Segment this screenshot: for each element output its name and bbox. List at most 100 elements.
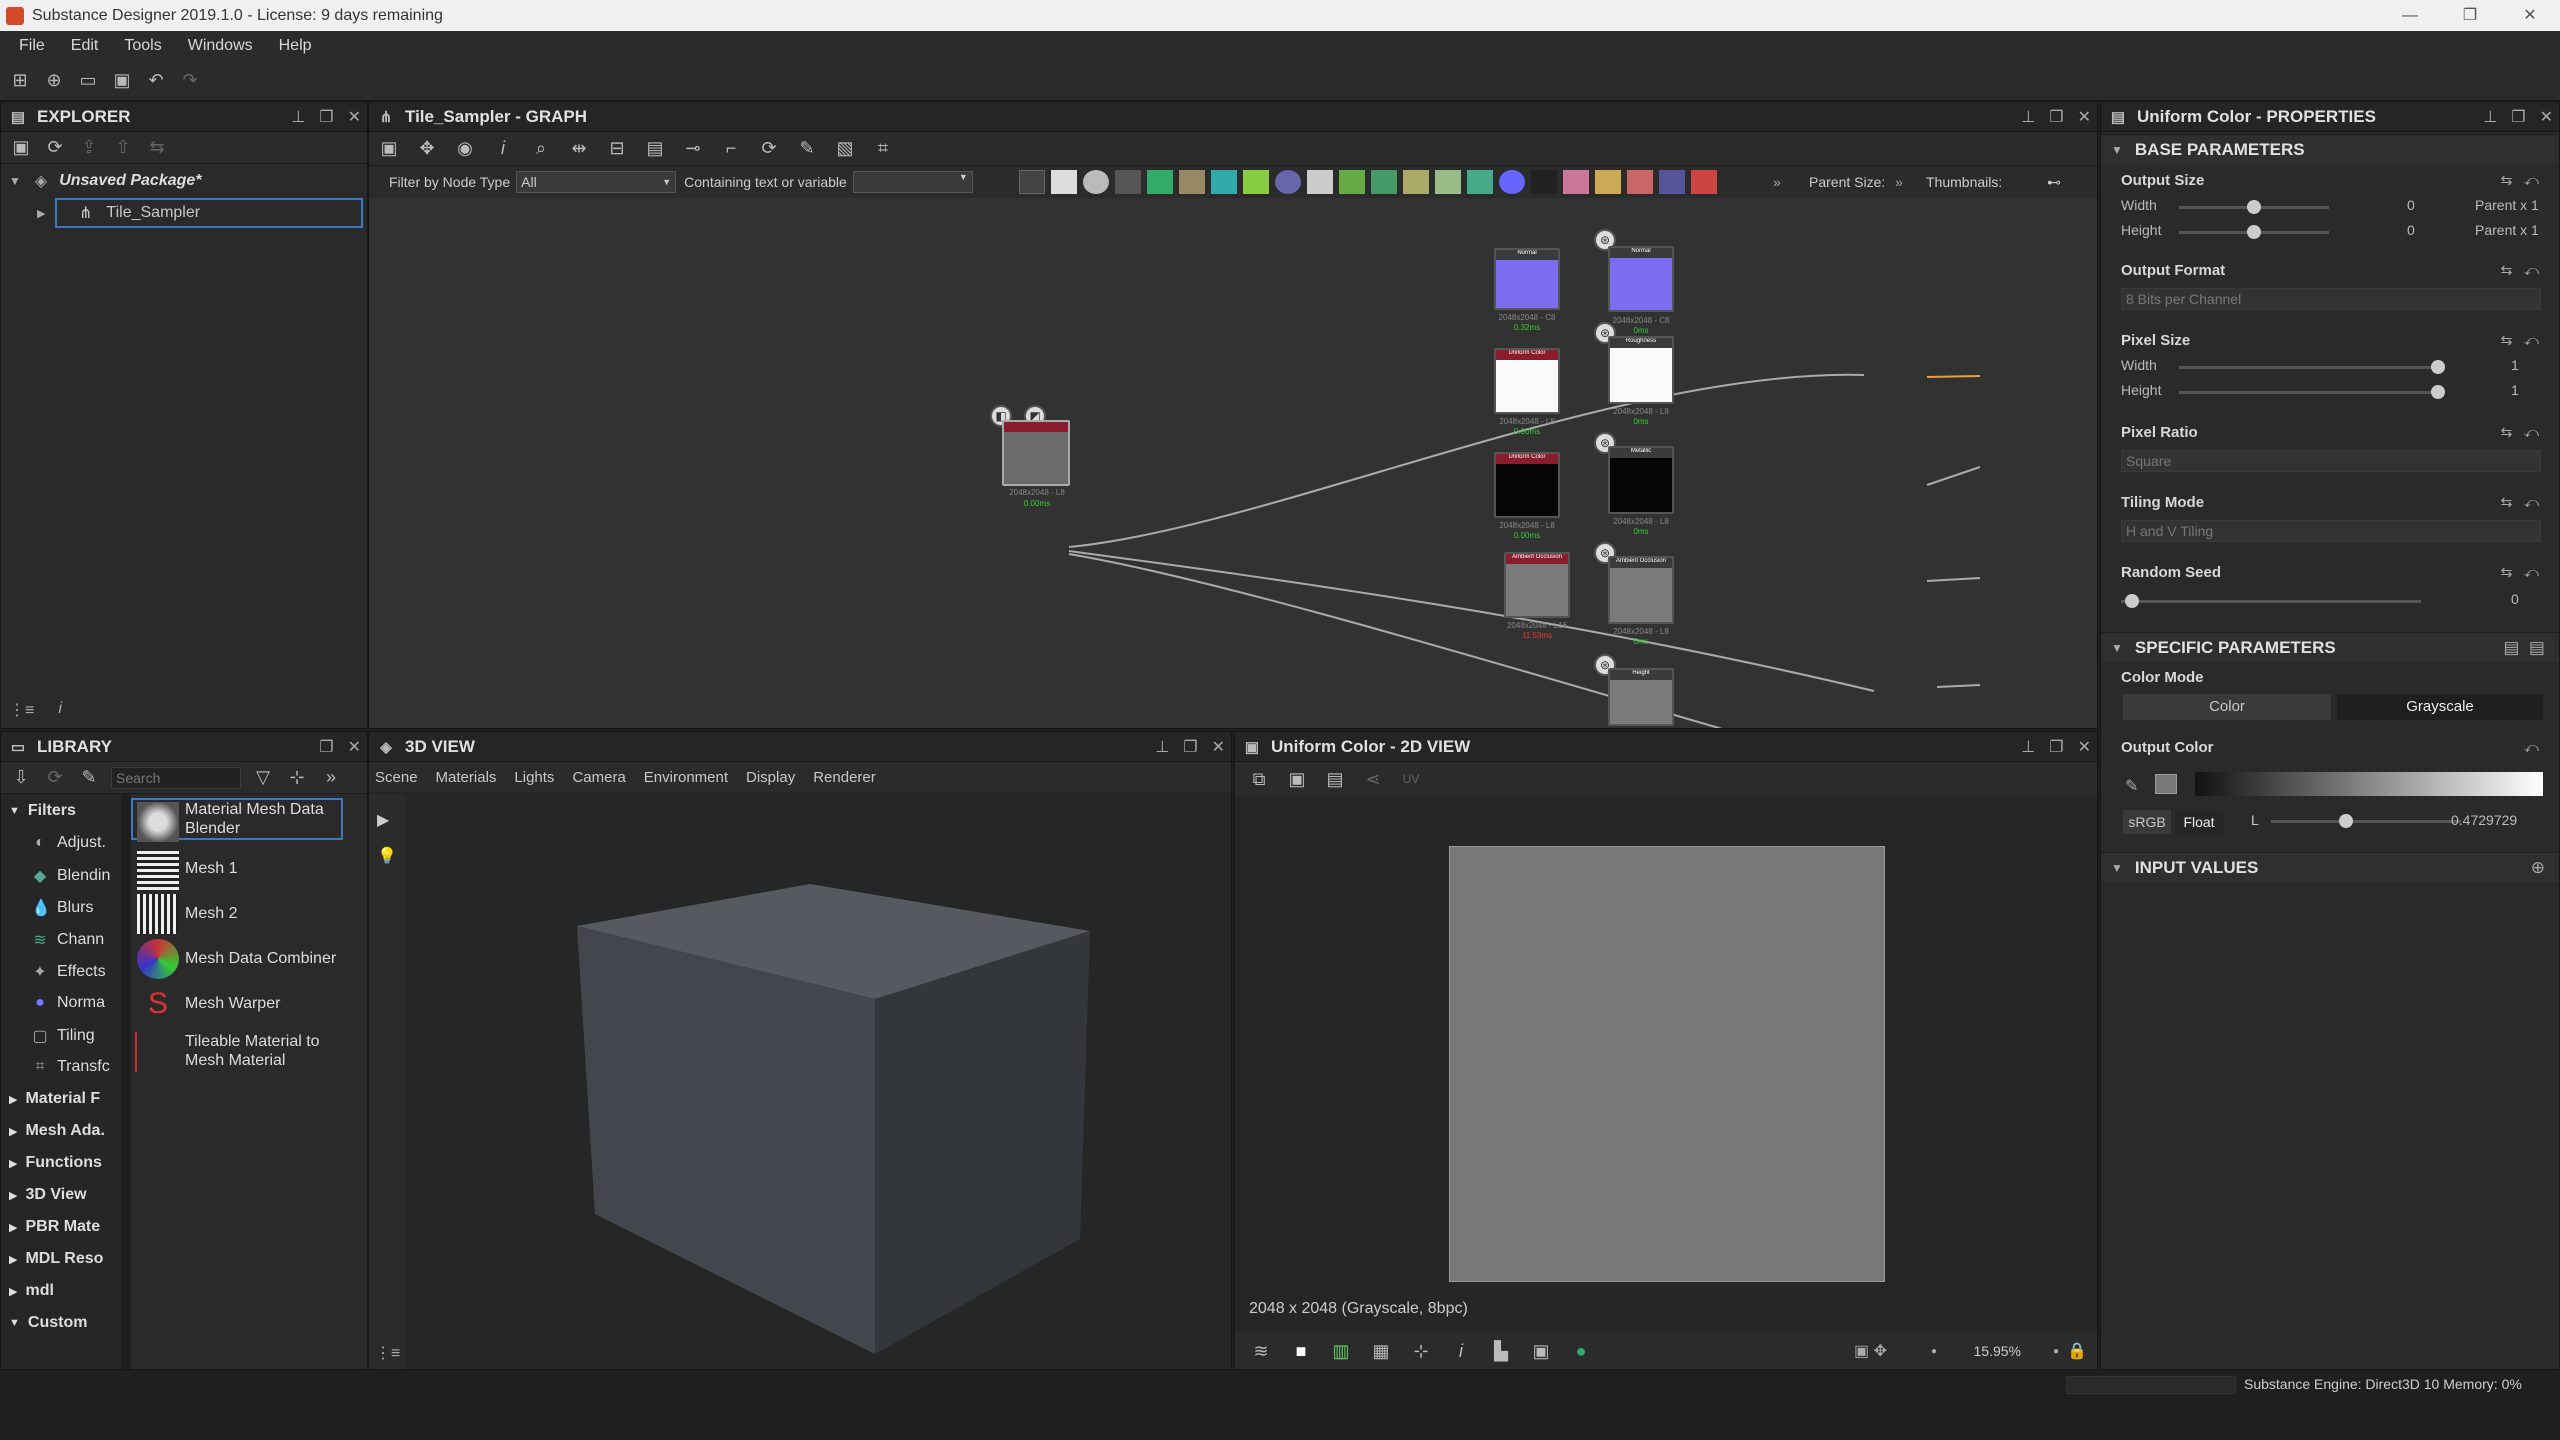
float-button[interactable]: Float — [2175, 810, 2223, 834]
fit-icon[interactable]: ▣ ✥ — [1854, 1341, 1887, 1361]
close-icon[interactable]: ✕ — [2078, 107, 2091, 127]
view3d-menu-scene[interactable]: Scene — [375, 769, 418, 786]
library-item-mesh-warper[interactable]: Mesh Warper — [185, 995, 280, 1013]
category-material-filters[interactable]: ▶ Material F — [9, 1090, 100, 1108]
luminance-slider[interactable] — [2271, 820, 2461, 823]
pixel-height-slider[interactable] — [2179, 391, 2439, 394]
node-shortcut-icon[interactable] — [1659, 170, 1685, 194]
graph-canvas[interactable] — [369, 198, 2097, 728]
save-icon[interactable]: ▣ — [110, 69, 134, 93]
layout-icon[interactable]: ⊟ — [605, 137, 629, 161]
category-mesh-adaptive[interactable]: ▶ Mesh Ada. — [9, 1122, 105, 1140]
align-icon[interactable]: ⇹ — [567, 137, 591, 161]
graph-node-ambient-occlusion[interactable]: Ambient Occlusion — [1504, 552, 1570, 618]
category-pbr-materials[interactable]: ▶ PBR Mate — [9, 1218, 100, 1236]
node-shortcut-icon[interactable] — [1019, 170, 1045, 194]
random-seed-knob[interactable] — [2125, 594, 2139, 608]
close-icon[interactable]: ✕ — [2078, 737, 2091, 757]
link-icon[interactable]: ⇆ ⤺ — [2501, 332, 2539, 349]
3d-cube-viewport[interactable] — [405, 794, 1231, 1369]
tree-icon[interactable]: ⋮≡ — [375, 1343, 400, 1363]
view3d-menu-materials[interactable]: Materials — [436, 769, 497, 786]
color-swatch[interactable] — [2155, 774, 2177, 794]
output-width-knob[interactable] — [2247, 200, 2261, 214]
save-package-icon[interactable]: ▣ — [9, 136, 33, 160]
filter-effects[interactable]: ✦ Effects — [31, 962, 105, 982]
clipboard-icon[interactable]: ▤ — [1323, 767, 1347, 791]
link-icon[interactable]: ⇆ ⤺ — [2501, 494, 2539, 511]
open-folder-icon[interactable]: ▭ — [76, 69, 100, 93]
menu-file[interactable]: File — [6, 37, 58, 55]
close-button[interactable]: ✕ — [2500, 0, 2560, 31]
base-parameters-header[interactable]: ▼ BASE PARAMETERS — [2101, 134, 2559, 164]
zoom-reset-icon[interactable]: ● — [2053, 1346, 2059, 1357]
node-shortcut-icon[interactable] — [1467, 170, 1493, 194]
pin-icon[interactable]: ⊥ — [2021, 107, 2035, 127]
library-item-material-mesh-data-blender[interactable]: Material Mesh Data Blender — [185, 800, 335, 838]
menu-edit[interactable]: Edit — [58, 37, 112, 55]
more-icon[interactable]: » — [1773, 174, 1781, 190]
specific-parameters-header[interactable]: ▼ SPECIFIC PARAMETERS ▤ ▤ — [2101, 632, 2559, 662]
float-icon[interactable]: ❐ — [319, 107, 333, 127]
node-shortcut-icon[interactable] — [1051, 170, 1077, 194]
more-icon[interactable]: » — [1895, 174, 1903, 190]
category-mdl-resources[interactable]: ▶ MDL Reso — [9, 1250, 103, 1268]
filter-normal[interactable]: ● Norma — [31, 994, 105, 1012]
copy-icon[interactable]: ⧉ — [1247, 767, 1271, 791]
luminance-knob[interactable] — [2339, 814, 2353, 828]
publish-icon[interactable]: ⇧ — [111, 136, 135, 160]
refresh-icon[interactable]: ⟳ — [43, 766, 67, 790]
import-icon[interactable]: ⇩ — [9, 766, 33, 790]
menu-windows[interactable]: Windows — [175, 37, 266, 55]
layers-icon[interactable]: ≋ — [1249, 1339, 1273, 1363]
filter-tiling[interactable]: ▢ Tiling — [31, 1026, 94, 1046]
library-item-tileable-material-to-mesh[interactable]: Tileable Material to Mesh Material — [185, 1032, 335, 1070]
tree-icon[interactable]: ⋮≡ — [9, 700, 34, 720]
tiling-icon[interactable]: ⊹ — [1409, 1339, 1433, 1363]
display-icon[interactable]: ▣ — [1529, 1339, 1553, 1363]
package-row[interactable]: ▼ ◈ Unsaved Package* — [1, 164, 367, 198]
color-icon[interactable]: ● — [1569, 1339, 1593, 1363]
node-shortcut-icon[interactable] — [1531, 170, 1557, 194]
node-shortcut-icon[interactable] — [1691, 170, 1717, 194]
filter-blending[interactable]: ◆ Blendin — [31, 866, 111, 886]
filter-icon[interactable]: ▽ — [251, 766, 275, 790]
category-mdl[interactable]: ▶ mdl — [9, 1282, 54, 1300]
link-icon[interactable]: ⇆ ⤺ — [2501, 172, 2539, 189]
white-channel-icon[interactable]: ■ — [1289, 1339, 1313, 1363]
view3d-menu-environment[interactable]: Environment — [644, 769, 728, 786]
color-mode-color-button[interactable]: Color — [2123, 694, 2331, 720]
lock-icon[interactable]: 🔒 — [2067, 1341, 2087, 1361]
float-icon[interactable]: ❐ — [1183, 737, 1197, 757]
link-icon[interactable]: ⇆ ⤺ — [2501, 564, 2539, 581]
close-icon[interactable]: ✕ — [348, 737, 361, 757]
connect-icon[interactable]: ⊸ — [681, 137, 705, 161]
dot-icon[interactable]: ● — [1931, 1346, 1937, 1357]
pin-icon[interactable]: ⊥ — [2483, 107, 2497, 127]
library-item-mesh-data-combiner[interactable]: Mesh Data Combiner — [185, 950, 336, 968]
close-icon[interactable]: ✕ — [2540, 107, 2553, 127]
node-shortcut-icon[interactable] — [1371, 170, 1397, 194]
reroute-icon[interactable]: ⌐ — [719, 137, 743, 161]
filter-adjustments[interactable]: ◐ Adjust. — [31, 834, 106, 852]
node-shortcut-icon[interactable] — [1275, 170, 1301, 194]
pixel-ratio-select[interactable]: Square — [2121, 450, 2541, 472]
link-icon[interactable]: ⇆ ⤺ — [2501, 262, 2539, 279]
camera-icon[interactable]: ▶ — [377, 810, 397, 830]
info-icon[interactable]: i — [491, 137, 515, 161]
info-icon[interactable]: i — [1449, 1339, 1473, 1363]
node-shortcut-icon[interactable] — [1147, 170, 1173, 194]
node-shortcut-icon[interactable] — [1563, 170, 1589, 194]
pixel-width-slider[interactable] — [2179, 366, 2439, 369]
node-shortcut-icon[interactable] — [1403, 170, 1429, 194]
redo-icon[interactable]: ↷ — [178, 69, 202, 93]
info-icon[interactable]: i — [58, 700, 62, 720]
toggle-thumbnails-icon[interactable]: ⊷ — [2047, 174, 2061, 191]
pixel-width-knob[interactable] — [2431, 360, 2445, 374]
reset-icon[interactable]: ⤺ — [2524, 739, 2539, 756]
library-item-mesh-2[interactable]: Mesh 2 — [185, 905, 237, 923]
graph-node-uniform-black[interactable]: Uniform Color — [1494, 452, 1560, 518]
filter-channels[interactable]: ≋ Chann — [31, 930, 104, 950]
library-splitter[interactable] — [121, 794, 131, 1369]
containing-text-input[interactable]: ▼ — [852, 171, 973, 193]
